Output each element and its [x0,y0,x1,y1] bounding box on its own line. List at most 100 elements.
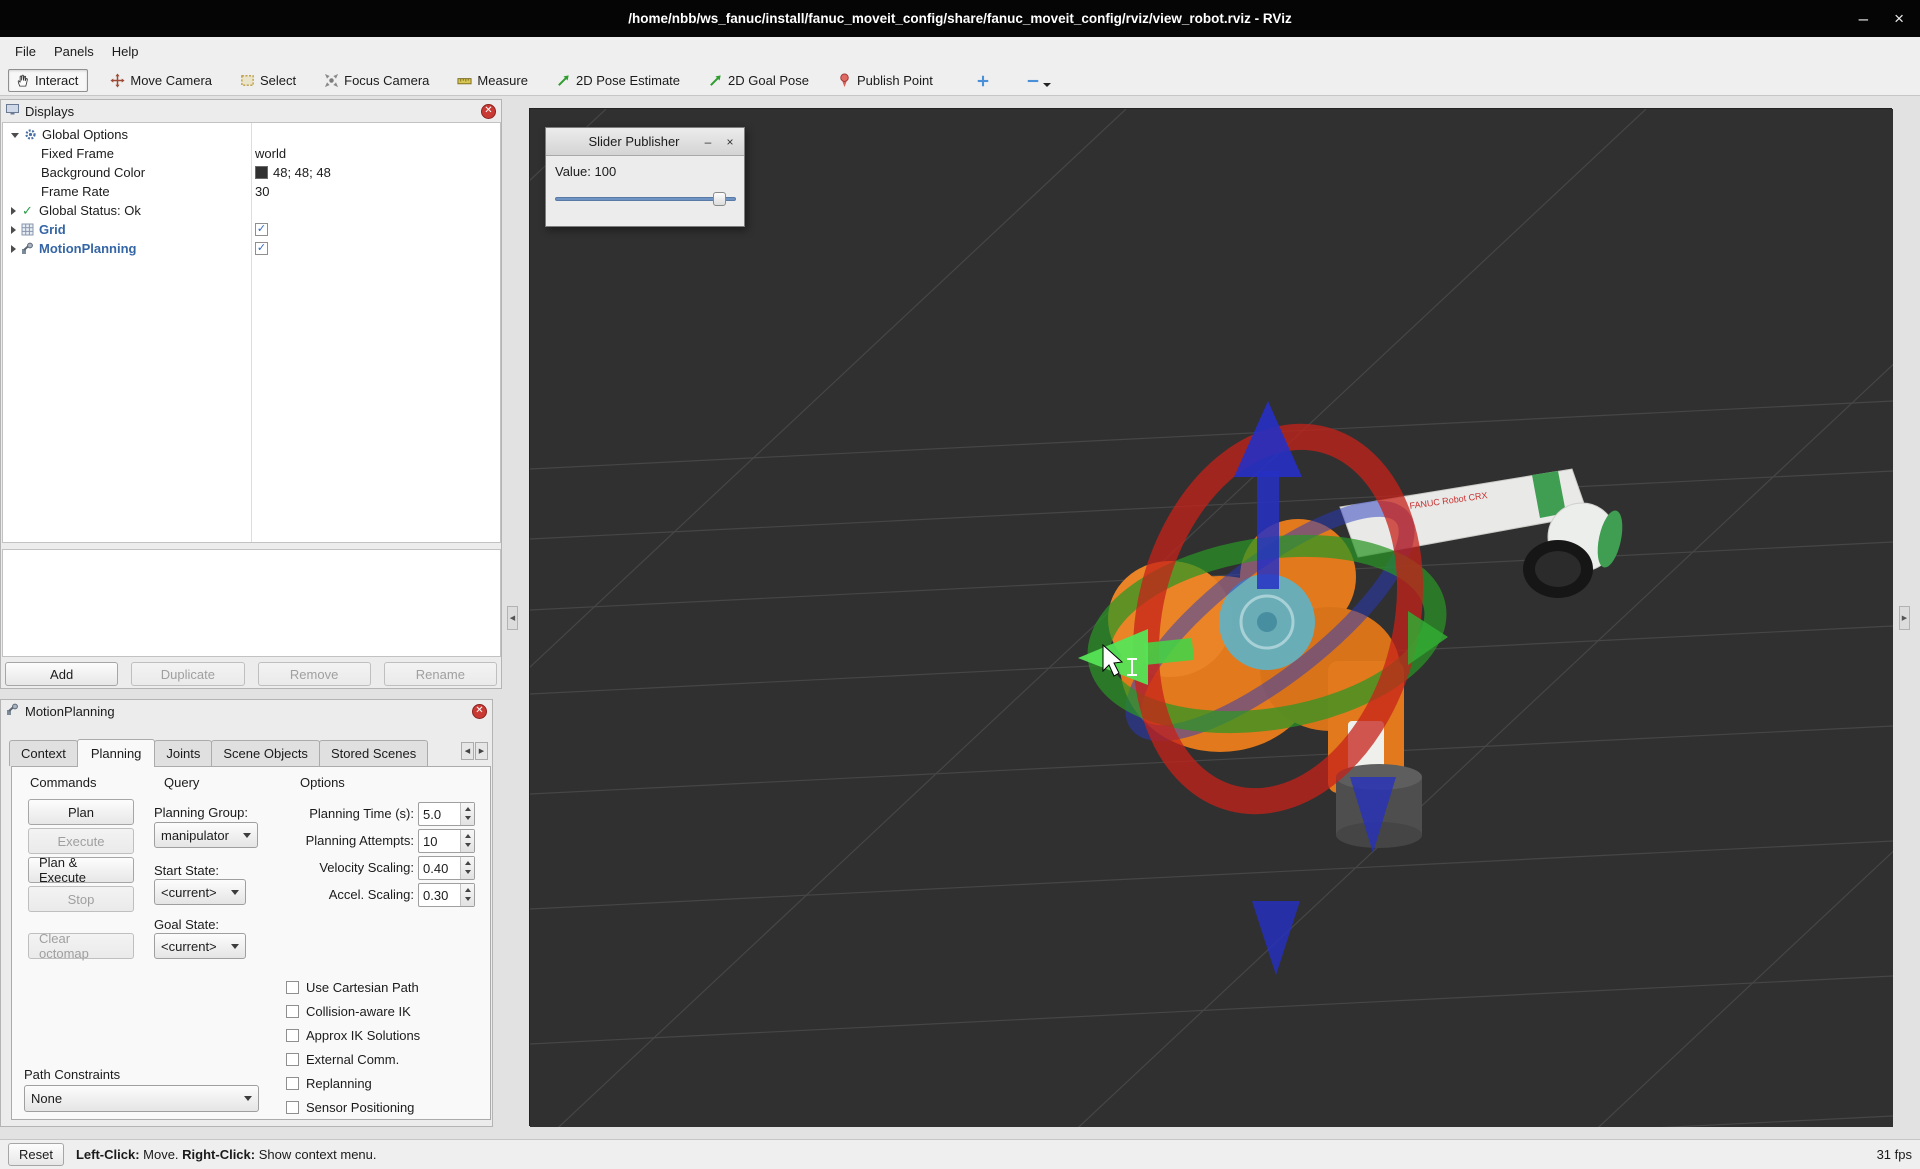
fixed-frame-value[interactable]: world [255,146,286,161]
velocity-scaling-spinbox[interactable]: 0.40 [418,856,475,880]
external-comm-option[interactable]: External Comm. [286,1051,399,1067]
execute-button[interactable]: Execute [28,828,134,854]
spin-up-icon[interactable] [465,834,471,838]
3d-viewport[interactable]: FANUC Robot CRX [529,108,1892,1126]
sensor-positioning-option[interactable]: Sensor Positioning [286,1099,414,1115]
tool-interact[interactable]: Interact [8,69,88,92]
expander-closed-icon[interactable] [11,226,16,234]
slider-track[interactable] [555,197,736,201]
spin-down-icon[interactable] [465,816,471,820]
accel-scaling-spinbox[interactable]: 0.30 [418,883,475,907]
reset-button[interactable]: Reset [8,1143,64,1166]
expander-open-icon[interactable] [11,133,19,138]
approx-ik-solutions-checkbox[interactable] [286,1029,299,1042]
background-color-swatch[interactable] [255,166,268,179]
slider-minimize-icon[interactable]: – [700,134,716,150]
goal-pose-arrow-icon [708,73,723,88]
motionplanning-panel-header[interactable]: MotionPlanning ✕ [1,700,492,722]
remove-display-button[interactable]: Remove [258,662,371,686]
tree-row-background-color[interactable]: Background Color 48; 48; 48 [3,163,500,182]
displays-close-icon[interactable]: ✕ [481,104,496,119]
value-slider[interactable] [555,192,736,206]
frame-rate-value[interactable]: 30 [255,184,269,199]
splitter-collapse-right[interactable]: ▶ [1899,606,1910,630]
collision-aware-ik-option[interactable]: Collision-aware IK [286,1003,411,1019]
expander-closed-icon[interactable] [11,245,16,253]
tab-context[interactable]: Context [9,740,78,766]
tool-2d-pose-estimate[interactable]: 2D Pose Estimate [550,70,689,91]
tool-move-camera[interactable]: Move Camera [104,70,221,91]
spin-down-icon[interactable] [465,897,471,901]
tree-row-frame-rate[interactable]: Frame Rate 30 [3,182,500,201]
displays-button-row: Add Duplicate Remove Rename [1,662,501,686]
window-minimize-icon[interactable]: – [1859,9,1868,29]
displays-panel-header[interactable]: Displays ✕ [1,100,501,122]
measure-ruler-icon [457,73,472,88]
tool-select[interactable]: Select [234,70,305,91]
collision-aware-ik-checkbox[interactable] [286,1005,299,1018]
spin-down-icon[interactable] [465,870,471,874]
displays-tree: Global Options Fixed Frame world Backgro… [2,122,501,543]
duplicate-display-button[interactable]: Duplicate [131,662,244,686]
slider-close-icon[interactable]: × [722,134,738,150]
plan-button[interactable]: Plan [28,799,134,825]
use-cartesian-path-option[interactable]: Use Cartesian Path [286,979,419,995]
slider-window-titlebar[interactable]: Slider Publisher – × [546,128,744,156]
replanning-checkbox[interactable] [286,1077,299,1090]
tree-row-grid[interactable]: Grid [3,220,500,239]
slider-window-body: Value: 100 [546,156,744,227]
menu-file[interactable]: File [6,40,45,63]
window-close-icon[interactable]: × [1894,9,1904,29]
tool-measure[interactable]: Measure [451,70,537,91]
3d-scene: FANUC Robot CRX [530,109,1893,1127]
tool-publish-point[interactable]: Publish Point [831,70,942,91]
external-comm-checkbox[interactable] [286,1053,299,1066]
plan-and-execute-button[interactable]: Plan & Execute [28,857,134,883]
tab-scroll-left-icon[interactable]: ◀ [461,742,474,760]
approx-ik-solutions-option[interactable]: Approx IK Solutions [286,1027,420,1043]
grid-enabled-checkbox[interactable] [255,223,268,236]
spin-down-icon[interactable] [465,843,471,847]
menu-panels[interactable]: Panels [45,40,103,63]
slider-handle[interactable] [713,192,726,206]
remove-tool-button[interactable] [1021,72,1056,90]
planning-time-spinbox[interactable]: 5.0 [418,802,475,826]
background-color-label: Background Color [41,165,145,180]
motionplanning-enabled-checkbox[interactable] [255,242,268,255]
add-tool-button[interactable] [971,72,995,90]
motionplanning-panel-icon [6,703,19,719]
spin-up-icon[interactable] [465,807,471,811]
displays-panel-title: Displays [25,104,74,119]
stop-button[interactable]: Stop [28,886,134,912]
tab-stored-scenes[interactable]: Stored Scenes [319,740,428,766]
tool-focus-camera[interactable]: Focus Camera [318,70,438,91]
add-display-button[interactable]: Add [5,662,118,686]
replanning-option[interactable]: Replanning [286,1075,372,1091]
expander-closed-icon[interactable] [11,207,16,215]
planning-attempts-spinbox[interactable]: 10 [418,829,475,853]
tree-row-global-options[interactable]: Global Options [3,125,500,144]
tree-row-fixed-frame[interactable]: Fixed Frame world [3,144,500,163]
path-constraints-select[interactable]: None [24,1085,259,1112]
tab-scroll-right-icon[interactable]: ▶ [475,742,488,760]
spin-up-icon[interactable] [465,888,471,892]
splitter-collapse-left[interactable]: ◀ [507,606,518,630]
window-title: /home/nbb/ws_fanuc/install/fanuc_moveit_… [0,0,1920,37]
rename-display-button[interactable]: Rename [384,662,497,686]
tree-row-global-status[interactable]: ✓ Global Status: Ok [3,201,500,220]
use-cartesian-path-checkbox[interactable] [286,981,299,994]
spin-up-icon[interactable] [465,861,471,865]
tab-scene-objects[interactable]: Scene Objects [211,740,320,766]
goal-state-select[interactable]: <current> [154,933,246,959]
motionplanning-close-icon[interactable]: ✕ [472,704,487,719]
sensor-positioning-checkbox[interactable] [286,1101,299,1114]
clear-octomap-button[interactable]: Clear octomap [28,933,134,959]
menu-help[interactable]: Help [103,40,148,63]
tab-joints[interactable]: Joints [154,740,212,766]
tab-planning[interactable]: Planning [77,739,156,767]
background-color-value[interactable]: 48; 48; 48 [273,165,331,180]
tool-2d-goal-pose[interactable]: 2D Goal Pose [702,70,818,91]
start-state-select[interactable]: <current> [154,879,246,905]
status-ok-check-icon: ✓ [21,204,34,217]
tree-row-motionplanning[interactable]: MotionPlanning [3,239,500,258]
